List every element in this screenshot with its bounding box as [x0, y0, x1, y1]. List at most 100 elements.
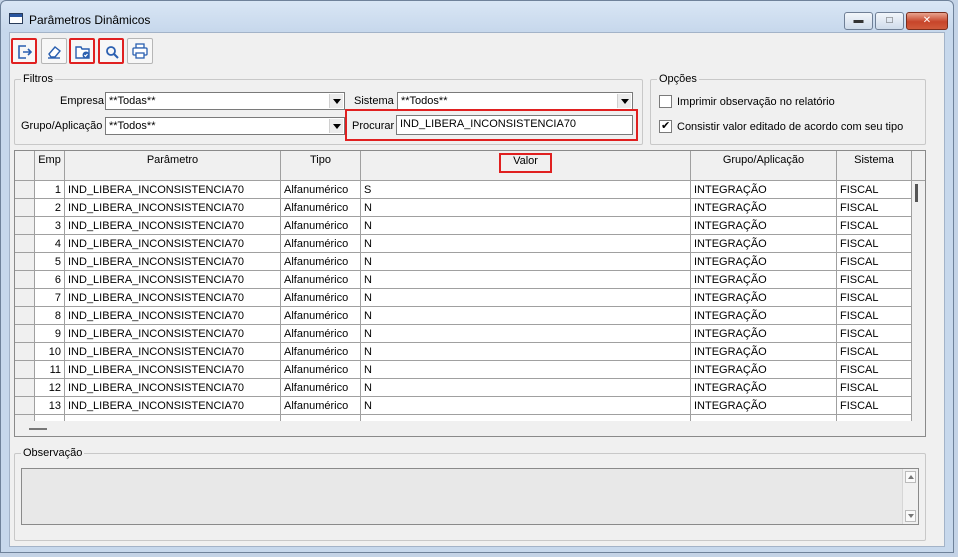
grid-header-tipo[interactable]: Tipo	[281, 151, 361, 181]
grid-horizontal-scrollbar[interactable]	[15, 421, 925, 436]
cell-emp[interactable]: 13	[35, 397, 65, 415]
cell-sistema[interactable]: FISCAL	[837, 325, 912, 343]
row-indicator[interactable]	[15, 253, 35, 271]
grid-vertical-scrollbar[interactable]	[912, 181, 925, 421]
cell-grupo[interactable]: INTEGRAÇÃO	[691, 271, 837, 289]
row-indicator[interactable]	[15, 181, 35, 199]
cell-parametro[interactable]: IND_LIBERA_INCONSISTENCIA70	[65, 271, 281, 289]
observacao-scrollbar[interactable]	[902, 469, 918, 524]
cell-parametro[interactable]: IND_LIBERA_INCONSISTENCIA70	[65, 379, 281, 397]
cell-valor[interactable]: N	[361, 343, 691, 361]
cell-tipo[interactable]: Alfanumérico	[281, 289, 361, 307]
cell-emp[interactable]: 12	[35, 379, 65, 397]
cell-emp[interactable]: 8	[35, 307, 65, 325]
row-indicator[interactable]	[15, 307, 35, 325]
table-row[interactable]: 6 IND_LIBERA_INCONSISTENCIA70 Alfanumérico…	[15, 271, 925, 289]
row-indicator[interactable]	[15, 379, 35, 397]
chevron-down-icon[interactable]	[617, 94, 631, 108]
print-button[interactable]	[127, 38, 153, 64]
cell-parametro[interactable]: IND_LIBERA_INCONSISTENCIA70	[65, 343, 281, 361]
cell-emp[interactable]: 6	[35, 271, 65, 289]
scroll-up-icon[interactable]	[905, 471, 916, 483]
scroll-thumb[interactable]	[29, 428, 47, 430]
grid-header-emp[interactable]: Emp	[35, 151, 65, 181]
cell-sistema[interactable]: FISCAL	[837, 271, 912, 289]
cell-grupo[interactable]: INTEGRAÇÃO	[691, 289, 837, 307]
scroll-down-icon[interactable]	[905, 510, 916, 522]
cell-sistema[interactable]: FISCAL	[837, 253, 912, 271]
cell-tipo[interactable]: Alfanumérico	[281, 397, 361, 415]
cell-sistema[interactable]: FISCAL	[837, 379, 912, 397]
row-indicator[interactable]	[15, 343, 35, 361]
cell-parametro[interactable]: IND_LIBERA_INCONSISTENCIA70	[65, 397, 281, 415]
scroll-thumb[interactable]	[915, 184, 918, 202]
row-indicator[interactable]	[15, 397, 35, 415]
cell-parametro[interactable]: IND_LIBERA_INCONSISTENCIA70	[65, 361, 281, 379]
maximize-button[interactable]: □	[875, 12, 904, 30]
cell-tipo[interactable]: Alfanumérico	[281, 307, 361, 325]
cell-grupo[interactable]: INTEGRAÇÃO	[691, 379, 837, 397]
title-bar[interactable]: Parâmetros Dinâmicos ▬ □ ✕	[1, 1, 953, 31]
procurar-input[interactable]: IND_LIBERA_INCONSISTENCIA70	[396, 115, 633, 135]
cell-emp[interactable]: 4	[35, 235, 65, 253]
cell-grupo[interactable]: INTEGRAÇÃO	[691, 397, 837, 415]
cell-valor[interactable]: N	[361, 307, 691, 325]
cell-sistema[interactable]: FISCAL	[837, 307, 912, 325]
empresa-select[interactable]: **Todas**	[105, 92, 345, 110]
cell-emp[interactable]: 1	[35, 181, 65, 199]
cell-parametro[interactable]: IND_LIBERA_INCONSISTENCIA70	[65, 253, 281, 271]
observacao-textarea[interactable]	[21, 468, 919, 525]
row-indicator[interactable]	[15, 235, 35, 253]
table-row[interactable]: 2 IND_LIBERA_INCONSISTENCIA70 Alfanumérico…	[15, 199, 925, 217]
cell-grupo[interactable]: INTEGRAÇÃO	[691, 361, 837, 379]
cell-sistema[interactable]: FISCAL	[837, 235, 912, 253]
grid-header-valor[interactable]: Valor	[361, 151, 691, 181]
table-row[interactable]: 13 IND_LIBERA_INCONSISTENCIA70 Alfanuméric…	[15, 397, 925, 415]
cell-valor[interactable]: N	[361, 217, 691, 235]
cell-emp[interactable]: 9	[35, 325, 65, 343]
cell-grupo[interactable]: INTEGRAÇÃO	[691, 325, 837, 343]
cell-grupo[interactable]: INTEGRAÇÃO	[691, 307, 837, 325]
table-row[interactable]: 9 IND_LIBERA_INCONSISTENCIA70 Alfanumérico…	[15, 325, 925, 343]
consistir-checkbox[interactable]	[659, 119, 672, 133]
cell-valor[interactable]: N	[361, 289, 691, 307]
cell-parametro[interactable]: IND_LIBERA_INCONSISTENCIA70	[65, 217, 281, 235]
cell-valor[interactable]: N	[361, 361, 691, 379]
row-indicator[interactable]	[15, 217, 35, 235]
cell-grupo[interactable]: INTEGRAÇÃO	[691, 199, 837, 217]
chevron-down-icon[interactable]	[329, 94, 343, 108]
cell-valor[interactable]: N	[361, 271, 691, 289]
cell-tipo[interactable]: Alfanumérico	[281, 181, 361, 199]
cell-sistema[interactable]: FISCAL	[837, 199, 912, 217]
table-row[interactable]: 1 IND_LIBERA_INCONSISTENCIA70 Alfanumérico…	[15, 181, 925, 199]
cell-emp[interactable]: 2	[35, 199, 65, 217]
cell-sistema[interactable]: FISCAL	[837, 397, 912, 415]
table-row[interactable]: 11 IND_LIBERA_INCONSISTENCIA70 Alfanuméric…	[15, 361, 925, 379]
cell-valor[interactable]: S	[361, 181, 691, 199]
cell-emp[interactable]: 7	[35, 289, 65, 307]
grupo-select[interactable]: **Todos**	[105, 117, 345, 135]
grid-header-indicator[interactable]	[15, 151, 35, 181]
cell-grupo[interactable]: INTEGRAÇÃO	[691, 217, 837, 235]
cell-emp[interactable]: 10	[35, 343, 65, 361]
grid-header-grupo[interactable]: Grupo/Aplicação	[691, 151, 837, 181]
table-row[interactable]: 5 IND_LIBERA_INCONSISTENCIA70 Alfanumérico…	[15, 253, 925, 271]
cell-tipo[interactable]: Alfanumérico	[281, 379, 361, 397]
cell-tipo[interactable]: Alfanumérico	[281, 253, 361, 271]
cell-valor[interactable]: N	[361, 235, 691, 253]
cell-tipo[interactable]: Alfanumérico	[281, 271, 361, 289]
cell-parametro[interactable]: IND_LIBERA_INCONSISTENCIA70	[65, 307, 281, 325]
cell-tipo[interactable]: Alfanumérico	[281, 199, 361, 217]
cell-parametro[interactable]: IND_LIBERA_INCONSISTENCIA70	[65, 181, 281, 199]
chevron-down-icon[interactable]	[329, 119, 343, 133]
cell-grupo[interactable]: INTEGRAÇÃO	[691, 343, 837, 361]
cell-grupo[interactable]: INTEGRAÇÃO	[691, 181, 837, 199]
table-row[interactable]: 4 IND_LIBERA_INCONSISTENCIA70 Alfanumérico…	[15, 235, 925, 253]
cell-sistema[interactable]: FISCAL	[837, 361, 912, 379]
table-row[interactable]: 7 IND_LIBERA_INCONSISTENCIA70 Alfanumérico…	[15, 289, 925, 307]
row-indicator[interactable]	[15, 271, 35, 289]
close-button[interactable]: ✕	[906, 12, 948, 30]
imprimir-checkbox[interactable]	[659, 95, 672, 108]
cell-valor[interactable]: N	[361, 325, 691, 343]
table-row[interactable]: 8 IND_LIBERA_INCONSISTENCIA70 Alfanumérico…	[15, 307, 925, 325]
